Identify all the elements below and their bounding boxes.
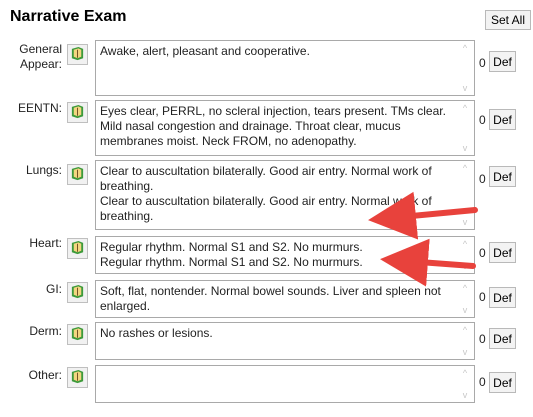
section-label: GI: bbox=[45, 282, 62, 296]
book-icon bbox=[70, 369, 85, 387]
chevron-down-icon[interactable]: v bbox=[461, 144, 469, 153]
chevron-down-icon[interactable]: v bbox=[461, 348, 469, 357]
chevron-up-icon[interactable]: ^ bbox=[461, 284, 469, 293]
narrative-textarea[interactable]: Soft, flat, nontender. Normal bowel soun… bbox=[95, 280, 475, 318]
book-icon bbox=[70, 104, 85, 122]
narrative-text: Clear to auscultation bilaterally. Good … bbox=[100, 164, 432, 223]
def-button[interactable]: Def bbox=[489, 242, 516, 263]
narrative-textarea[interactable]: No rashes or lesions. ^ v bbox=[95, 322, 475, 360]
section-label: Lungs: bbox=[25, 163, 62, 177]
count-value: 0 bbox=[479, 332, 486, 346]
page-title: Narrative Exam bbox=[10, 8, 127, 25]
def-button[interactable]: Def bbox=[489, 372, 516, 393]
narrative-textarea[interactable]: Awake, alert, pleasant and cooperative. … bbox=[95, 40, 475, 96]
chevron-up-icon[interactable]: ^ bbox=[461, 240, 469, 249]
count-value: 0 bbox=[479, 113, 486, 127]
def-button[interactable]: Def bbox=[489, 287, 516, 308]
count-value: 0 bbox=[479, 290, 486, 304]
template-book-button[interactable] bbox=[67, 44, 88, 65]
book-icon bbox=[70, 284, 85, 302]
narrative-textarea[interactable]: Eyes clear, PERRL, no scleral injection,… bbox=[95, 100, 475, 156]
template-book-button[interactable] bbox=[67, 282, 88, 303]
narrative-textarea[interactable]: Clear to auscultation bilaterally. Good … bbox=[95, 160, 475, 230]
count-value: 0 bbox=[479, 56, 486, 70]
def-button[interactable]: Def bbox=[489, 166, 516, 187]
book-icon bbox=[70, 240, 85, 258]
template-book-button[interactable] bbox=[67, 102, 88, 123]
template-book-button[interactable] bbox=[67, 324, 88, 345]
narrative-text: Awake, alert, pleasant and cooperative. bbox=[100, 44, 310, 58]
scrollbar[interactable]: ^ v bbox=[457, 367, 473, 401]
def-button[interactable]: Def bbox=[489, 328, 516, 349]
def-button[interactable]: Def bbox=[489, 109, 516, 130]
count-value: 0 bbox=[479, 172, 486, 186]
scrollbar[interactable]: ^ v bbox=[457, 102, 473, 154]
template-book-button[interactable] bbox=[67, 367, 88, 388]
scrollbar[interactable]: ^ v bbox=[457, 282, 473, 316]
narrative-textarea[interactable]: ^ v bbox=[95, 365, 475, 403]
chevron-down-icon[interactable]: v bbox=[461, 391, 469, 400]
section-label: Heart: bbox=[29, 236, 62, 250]
scrollbar[interactable]: ^ v bbox=[457, 162, 473, 228]
section-label: Other: bbox=[28, 368, 62, 382]
count-value: 0 bbox=[479, 246, 486, 260]
narrative-text: Regular rhythm. Normal S1 and S2. No mur… bbox=[100, 240, 363, 269]
chevron-down-icon[interactable]: v bbox=[461, 84, 469, 93]
narrative-text: Eyes clear, PERRL, no scleral injection,… bbox=[100, 104, 446, 148]
section-label: Derm: bbox=[29, 324, 62, 338]
def-button[interactable]: Def bbox=[489, 51, 516, 72]
narrative-text: No rashes or lesions. bbox=[100, 326, 213, 340]
scrollbar[interactable]: ^ v bbox=[457, 42, 473, 94]
section-label: EENTN: bbox=[17, 101, 62, 115]
narrative-text: Soft, flat, nontender. Normal bowel soun… bbox=[100, 284, 441, 313]
scrollbar[interactable]: ^ v bbox=[457, 324, 473, 358]
chevron-up-icon[interactable]: ^ bbox=[461, 44, 469, 53]
scrollbar[interactable]: ^ v bbox=[457, 238, 473, 272]
chevron-down-icon[interactable]: v bbox=[461, 262, 469, 271]
section-label: General Appear: bbox=[19, 42, 62, 71]
set-all-button[interactable]: Set All bbox=[485, 10, 531, 30]
book-icon bbox=[70, 326, 85, 344]
book-icon bbox=[70, 166, 85, 184]
chevron-up-icon[interactable]: ^ bbox=[461, 326, 469, 335]
chevron-down-icon[interactable]: v bbox=[461, 218, 469, 227]
book-icon bbox=[70, 46, 85, 64]
count-value: 0 bbox=[479, 375, 486, 389]
chevron-down-icon[interactable]: v bbox=[461, 306, 469, 315]
template-book-button[interactable] bbox=[67, 164, 88, 185]
template-book-button[interactable] bbox=[67, 238, 88, 259]
chevron-up-icon[interactable]: ^ bbox=[461, 369, 469, 378]
narrative-textarea[interactable]: Regular rhythm. Normal S1 and S2. No mur… bbox=[95, 236, 475, 274]
chevron-up-icon[interactable]: ^ bbox=[461, 164, 469, 173]
chevron-up-icon[interactable]: ^ bbox=[461, 104, 469, 113]
